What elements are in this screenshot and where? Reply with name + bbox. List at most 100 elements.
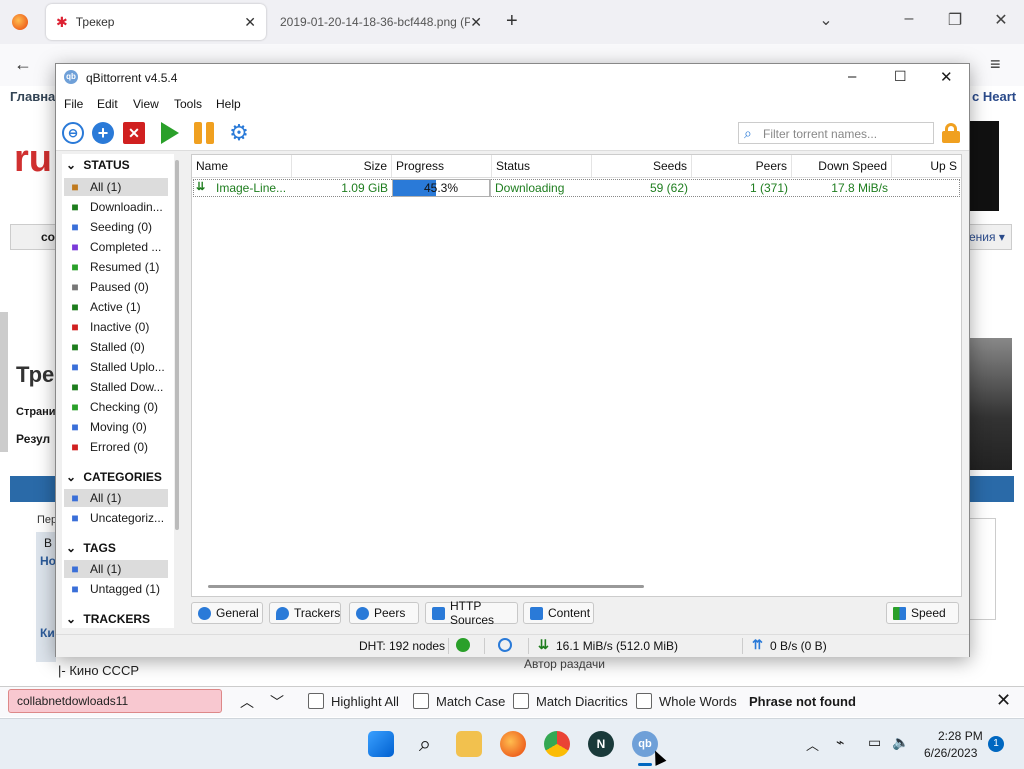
status-item[interactable]: ■ All (1) (64, 178, 168, 196)
tab-peers[interactable]: Peers (349, 602, 419, 624)
tab-general[interactable]: General (191, 602, 263, 624)
tab-trackers[interactable]: Trackers (269, 602, 341, 624)
status-item[interactable]: ■ Checking (0) (64, 398, 168, 416)
settings-gear-icon[interactable]: ⚙ (228, 122, 250, 144)
find-close-icon[interactable]: ✕ (996, 690, 1011, 711)
menu-file[interactable]: File (64, 97, 83, 111)
inactive-icon: ■ (71, 320, 79, 334)
category-item[interactable]: ■ All (1) (64, 489, 168, 507)
clock-time[interactable]: 2:28 PM (938, 729, 983, 743)
categories-header[interactable]: ⌄ CATEGORIES (66, 470, 162, 484)
horizontal-scrollbar[interactable] (208, 585, 644, 588)
minimize-icon[interactable]: – (897, 10, 921, 34)
add-torrent-icon[interactable]: + (92, 122, 114, 144)
tab-close-icon[interactable]: ✕ (470, 14, 482, 31)
minimize-icon[interactable]: – (848, 68, 856, 85)
status-item[interactable]: ■ Stalled Uplo... (64, 358, 168, 376)
status-item-label: Paused (0) (90, 280, 149, 294)
status-item[interactable]: ■ Paused (0) (64, 278, 168, 296)
list-icon: ■ (71, 511, 79, 525)
resume-icon[interactable] (161, 122, 179, 144)
chrome-icon[interactable] (544, 731, 570, 757)
trackers-header[interactable]: ⌄ TRACKERS (66, 612, 150, 626)
add-link-icon[interactable]: ⊖ (62, 122, 84, 144)
connection-status-icon[interactable] (456, 638, 470, 652)
speed-limit-icon[interactable] (498, 638, 512, 652)
status-item[interactable]: ■ Inactive (0) (64, 318, 168, 336)
status-item[interactable]: ■ Completed ... (64, 238, 168, 256)
back-icon[interactable]: ← (14, 54, 32, 75)
column-down-speed[interactable]: Down Speed (792, 155, 892, 177)
status-item[interactable]: ■ Resumed (1) (64, 258, 168, 276)
paused-icon: ■ (71, 280, 79, 294)
menu-help[interactable]: Help (216, 97, 241, 111)
lock-icon[interactable] (942, 123, 960, 143)
status-item[interactable]: ■ Active (1) (64, 298, 168, 316)
status-item[interactable]: ■ Seeding (0) (64, 218, 168, 236)
restore-icon[interactable]: ❐ (943, 10, 967, 34)
new-tab-button[interactable]: + (506, 10, 518, 33)
start-icon[interactable] (368, 731, 394, 757)
column-up-speed[interactable]: Up S (892, 155, 961, 177)
tray-chevron-icon[interactable]: ︿ (806, 735, 819, 754)
display-icon[interactable]: ▭ (868, 734, 881, 751)
tags-header[interactable]: ⌄ TAGS (66, 541, 116, 555)
status-item[interactable]: ■ Stalled Dow... (64, 378, 168, 396)
bg-avtor: Автор раздачи (524, 657, 605, 671)
match-diacritics-checkbox[interactable]: Match Diacritics (513, 693, 628, 709)
column-peers[interactable]: Peers (692, 155, 792, 177)
pause-icon[interactable] (192, 122, 216, 144)
status-item[interactable]: ■ Moving (0) (64, 418, 168, 436)
search-icon[interactable]: ⌕ (412, 731, 438, 757)
column-name[interactable]: Name (192, 155, 292, 177)
clock-date[interactable]: 6/26/2023 (924, 746, 977, 760)
tab-image[interactable]: 2019-01-20-14-18-36-bcf448.png (P ✕ (272, 4, 492, 40)
menu-edit[interactable]: Edit (97, 97, 118, 111)
tag-item[interactable]: ■ Untagged (1) (64, 580, 168, 598)
status-item[interactable]: ■ Errored (0) (64, 438, 168, 456)
menu-tools[interactable]: Tools (174, 97, 202, 111)
category-item[interactable]: ■ Uncategoriz... (64, 509, 168, 527)
filter-input[interactable]: ⌕ Filter torrent names... (738, 122, 934, 144)
maximize-icon[interactable]: ☐ (894, 68, 907, 85)
find-next-icon[interactable]: ﹀ (270, 692, 284, 712)
separator (484, 638, 485, 654)
column-progress[interactable]: Progress (392, 155, 492, 177)
menu-view[interactable]: View (133, 97, 159, 111)
status-item[interactable]: ■ Downloadin... (64, 198, 168, 216)
title-bar[interactable]: qb qBittorrent v4.5.4 – ☐ ✕ (56, 64, 969, 92)
sidebar-scrollbar[interactable] (175, 160, 179, 530)
file-explorer-icon[interactable] (456, 731, 482, 757)
network-icon[interactable]: ⌁ (836, 734, 844, 751)
close-icon[interactable]: ✕ (989, 10, 1013, 34)
tag-item[interactable]: ■ All (1) (64, 560, 168, 578)
column-seeds[interactable]: Seeds (592, 155, 692, 177)
column-status[interactable]: Status (492, 155, 592, 177)
stalled-download-icon: ■ (71, 380, 79, 394)
tab-http-sources[interactable]: HTTP Sources (425, 599, 518, 627)
status-item[interactable]: ■ Stalled (0) (64, 338, 168, 356)
tab-trackers-label: Trackers (294, 606, 341, 620)
filter-placeholder: Filter torrent names... (763, 127, 878, 141)
firefox-menu-icon[interactable] (12, 14, 28, 30)
app-n-icon[interactable]: N (588, 731, 614, 757)
category-item-label: All (1) (90, 491, 122, 505)
highlight-all-checkbox[interactable]: Highlight All (308, 693, 399, 709)
close-icon[interactable]: ✕ (940, 68, 953, 86)
list-tabs-icon[interactable]: ⌄ (814, 10, 838, 34)
find-input[interactable]: collabnetdowloads11 (8, 689, 222, 713)
column-size[interactable]: Size (292, 155, 392, 177)
tab-tracker[interactable]: ✱ Трекер ✕ (46, 4, 266, 40)
tab-close-icon[interactable]: ✕ (244, 14, 256, 31)
whole-words-checkbox[interactable]: Whole Words (636, 693, 737, 709)
firefox-icon[interactable] (500, 731, 526, 757)
menu-icon[interactable]: ≡ (990, 54, 1001, 75)
match-case-checkbox[interactable]: Match Case (413, 693, 505, 709)
speed-button[interactable]: Speed (886, 602, 959, 624)
find-previous-icon[interactable]: ︿ (240, 692, 254, 712)
tab-content[interactable]: Content (523, 602, 594, 624)
delete-icon[interactable]: ✕ (123, 122, 145, 144)
status-header[interactable]: ⌄ STATUS (66, 158, 130, 172)
volume-icon[interactable]: 🔈 (892, 734, 909, 751)
notification-badge[interactable]: 1 (988, 736, 1004, 752)
